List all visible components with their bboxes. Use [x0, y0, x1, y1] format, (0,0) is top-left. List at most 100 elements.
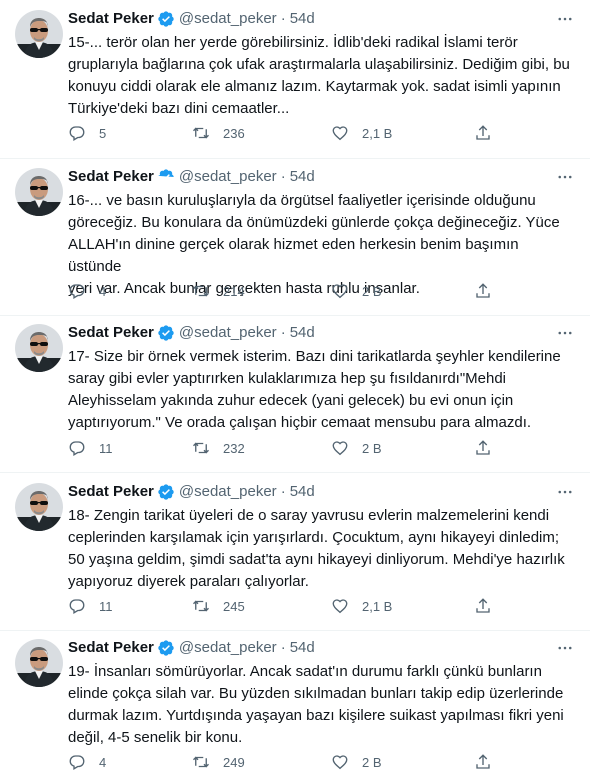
tweet-text: 18- Zengin tarikat üyeleri de o saray ya…	[68, 507, 565, 590]
author-handle[interactable]: @sedat_peker	[179, 166, 277, 188]
tweet-divider	[0, 472, 590, 473]
like-icon	[332, 126, 348, 141]
retweet-icon	[193, 442, 209, 454]
share-button[interactable]	[474, 752, 492, 772]
share-icon	[476, 440, 490, 455]
author-handle[interactable]: @sedat_peker	[179, 637, 277, 659]
avatar-image	[15, 483, 63, 531]
reply-count: 4	[99, 283, 107, 299]
author-name[interactable]: Sedat Peker	[68, 166, 154, 188]
more-horizontal-icon[interactable]	[554, 322, 576, 344]
like-icon	[332, 284, 348, 299]
retweet-button[interactable]: 236	[192, 123, 245, 143]
author-name[interactable]: Sedat Peker	[68, 322, 154, 344]
tweet-header: Sedat Peker @sedat_peker · 54d	[68, 8, 576, 30]
tweet[interactable]: Sedat Peker @sedat_peker · 54d 17- Size …	[0, 322, 590, 480]
author-name[interactable]: Sedat Peker	[68, 8, 154, 30]
avatar-image	[15, 324, 63, 372]
reply-button[interactable]: 4	[68, 752, 106, 772]
author-handle[interactable]: @sedat_peker	[179, 8, 277, 30]
like-icon	[332, 755, 348, 770]
tweet[interactable]: Sedat Peker @sedat_peker · 54d 16-... ve…	[0, 166, 590, 322]
like-count: 2 B	[362, 754, 382, 770]
tweet-header: Sedat Peker @sedat_peker · 54d	[68, 637, 576, 659]
share-button[interactable]	[474, 281, 492, 301]
timestamp[interactable]: 54d	[290, 481, 315, 503]
reply-icon	[69, 755, 85, 770]
timestamp[interactable]: 54d	[290, 8, 315, 30]
retweet-count: 236	[223, 125, 245, 141]
retweet-count: 249	[223, 754, 245, 770]
timestamp[interactable]: 54d	[290, 322, 315, 344]
retweet-icon	[193, 285, 209, 297]
share-icon	[476, 754, 490, 769]
timestamp[interactable]: 54d	[290, 637, 315, 659]
reply-button[interactable]: 11	[68, 438, 113, 458]
like-button[interactable]: 2 B	[331, 438, 382, 458]
verified-badge-icon	[158, 325, 174, 341]
more-horizontal-icon[interactable]	[554, 166, 576, 188]
avatar[interactable]	[15, 10, 63, 58]
tweet-content: Sedat Peker @sedat_peker · 54d 18- Zengi…	[68, 481, 576, 614]
retweet-count: 245	[223, 598, 245, 614]
tweet[interactable]: Sedat Peker @sedat_peker · 54d 15-... te…	[0, 8, 590, 168]
retweet-count: 214	[223, 283, 245, 299]
reply-button[interactable]: 4	[68, 281, 106, 301]
tweet-text: 19- İnsanları sömürüyorlar. Ancak sadat'…	[68, 663, 564, 746]
retweet-icon	[193, 756, 209, 768]
dot-separator: ·	[280, 168, 286, 185]
like-button[interactable]: 2,1 B	[331, 123, 392, 143]
author-name[interactable]: Sedat Peker	[68, 481, 154, 503]
reply-count: 5	[99, 125, 107, 141]
avatar[interactable]	[15, 639, 63, 687]
avatar[interactable]	[15, 483, 63, 531]
avatar[interactable]	[15, 324, 63, 372]
retweet-icon	[193, 600, 209, 612]
tweet-header: Sedat Peker @sedat_peker · 54d	[68, 322, 576, 344]
reply-button[interactable]: 11	[68, 596, 113, 616]
reply-button[interactable]: 5	[68, 123, 106, 143]
like-count: 2,1 B	[362, 125, 393, 141]
retweet-button[interactable]: 232	[192, 438, 245, 458]
more-horizontal-icon[interactable]	[554, 481, 576, 503]
tweet-divider	[0, 630, 590, 631]
more-horizontal-icon[interactable]	[554, 8, 576, 30]
tweet[interactable]: Sedat Peker @sedat_peker · 54d 19- İnsan…	[0, 637, 590, 782]
reply-count: 4	[99, 754, 107, 770]
tweet-content: Sedat Peker @sedat_peker · 54d 19- İnsan…	[68, 637, 576, 770]
author-handle[interactable]: @sedat_peker	[179, 322, 277, 344]
like-button[interactable]: 2 B	[331, 752, 382, 772]
like-button[interactable]: 2,1 B	[331, 596, 392, 616]
author-name[interactable]: Sedat Peker	[68, 637, 154, 659]
tweet-actions: 5 236 2,1 B	[68, 123, 576, 143]
like-count: 2 B	[362, 283, 382, 299]
retweet-button[interactable]: 249	[192, 752, 245, 772]
share-button[interactable]	[474, 596, 492, 616]
retweet-button[interactable]: 214	[192, 281, 245, 301]
avatar[interactable]	[15, 168, 63, 216]
dot-separator: ·	[280, 483, 286, 500]
share-icon	[476, 283, 490, 298]
reply-icon	[69, 599, 85, 614]
share-button[interactable]	[474, 123, 492, 143]
verified-badge-icon	[158, 11, 174, 27]
timestamp[interactable]: 54d	[290, 166, 315, 188]
tweet[interactable]: Sedat Peker @sedat_peker · 54d 18- Zengi…	[0, 481, 590, 637]
tweet-divider	[0, 158, 590, 159]
dot-separator: ·	[280, 639, 286, 656]
retweet-button[interactable]: 245	[192, 596, 245, 616]
like-count: 2 B	[362, 440, 382, 456]
reply-count: 11	[99, 440, 113, 456]
verified-badge-icon	[158, 484, 174, 500]
like-count: 2,1 B	[362, 598, 393, 614]
more-horizontal-icon[interactable]	[554, 637, 576, 659]
author-handle[interactable]: @sedat_peker	[179, 481, 277, 503]
verified-badge-icon	[158, 169, 174, 181]
retweet-count: 232	[223, 440, 245, 456]
like-button[interactable]: 2 B	[331, 281, 382, 301]
tweet-actions: 11 245 2,1 B	[68, 596, 576, 616]
reply-icon	[69, 126, 85, 141]
reply-icon	[69, 284, 85, 299]
share-button[interactable]	[474, 438, 492, 458]
reply-count: 11	[99, 598, 113, 614]
